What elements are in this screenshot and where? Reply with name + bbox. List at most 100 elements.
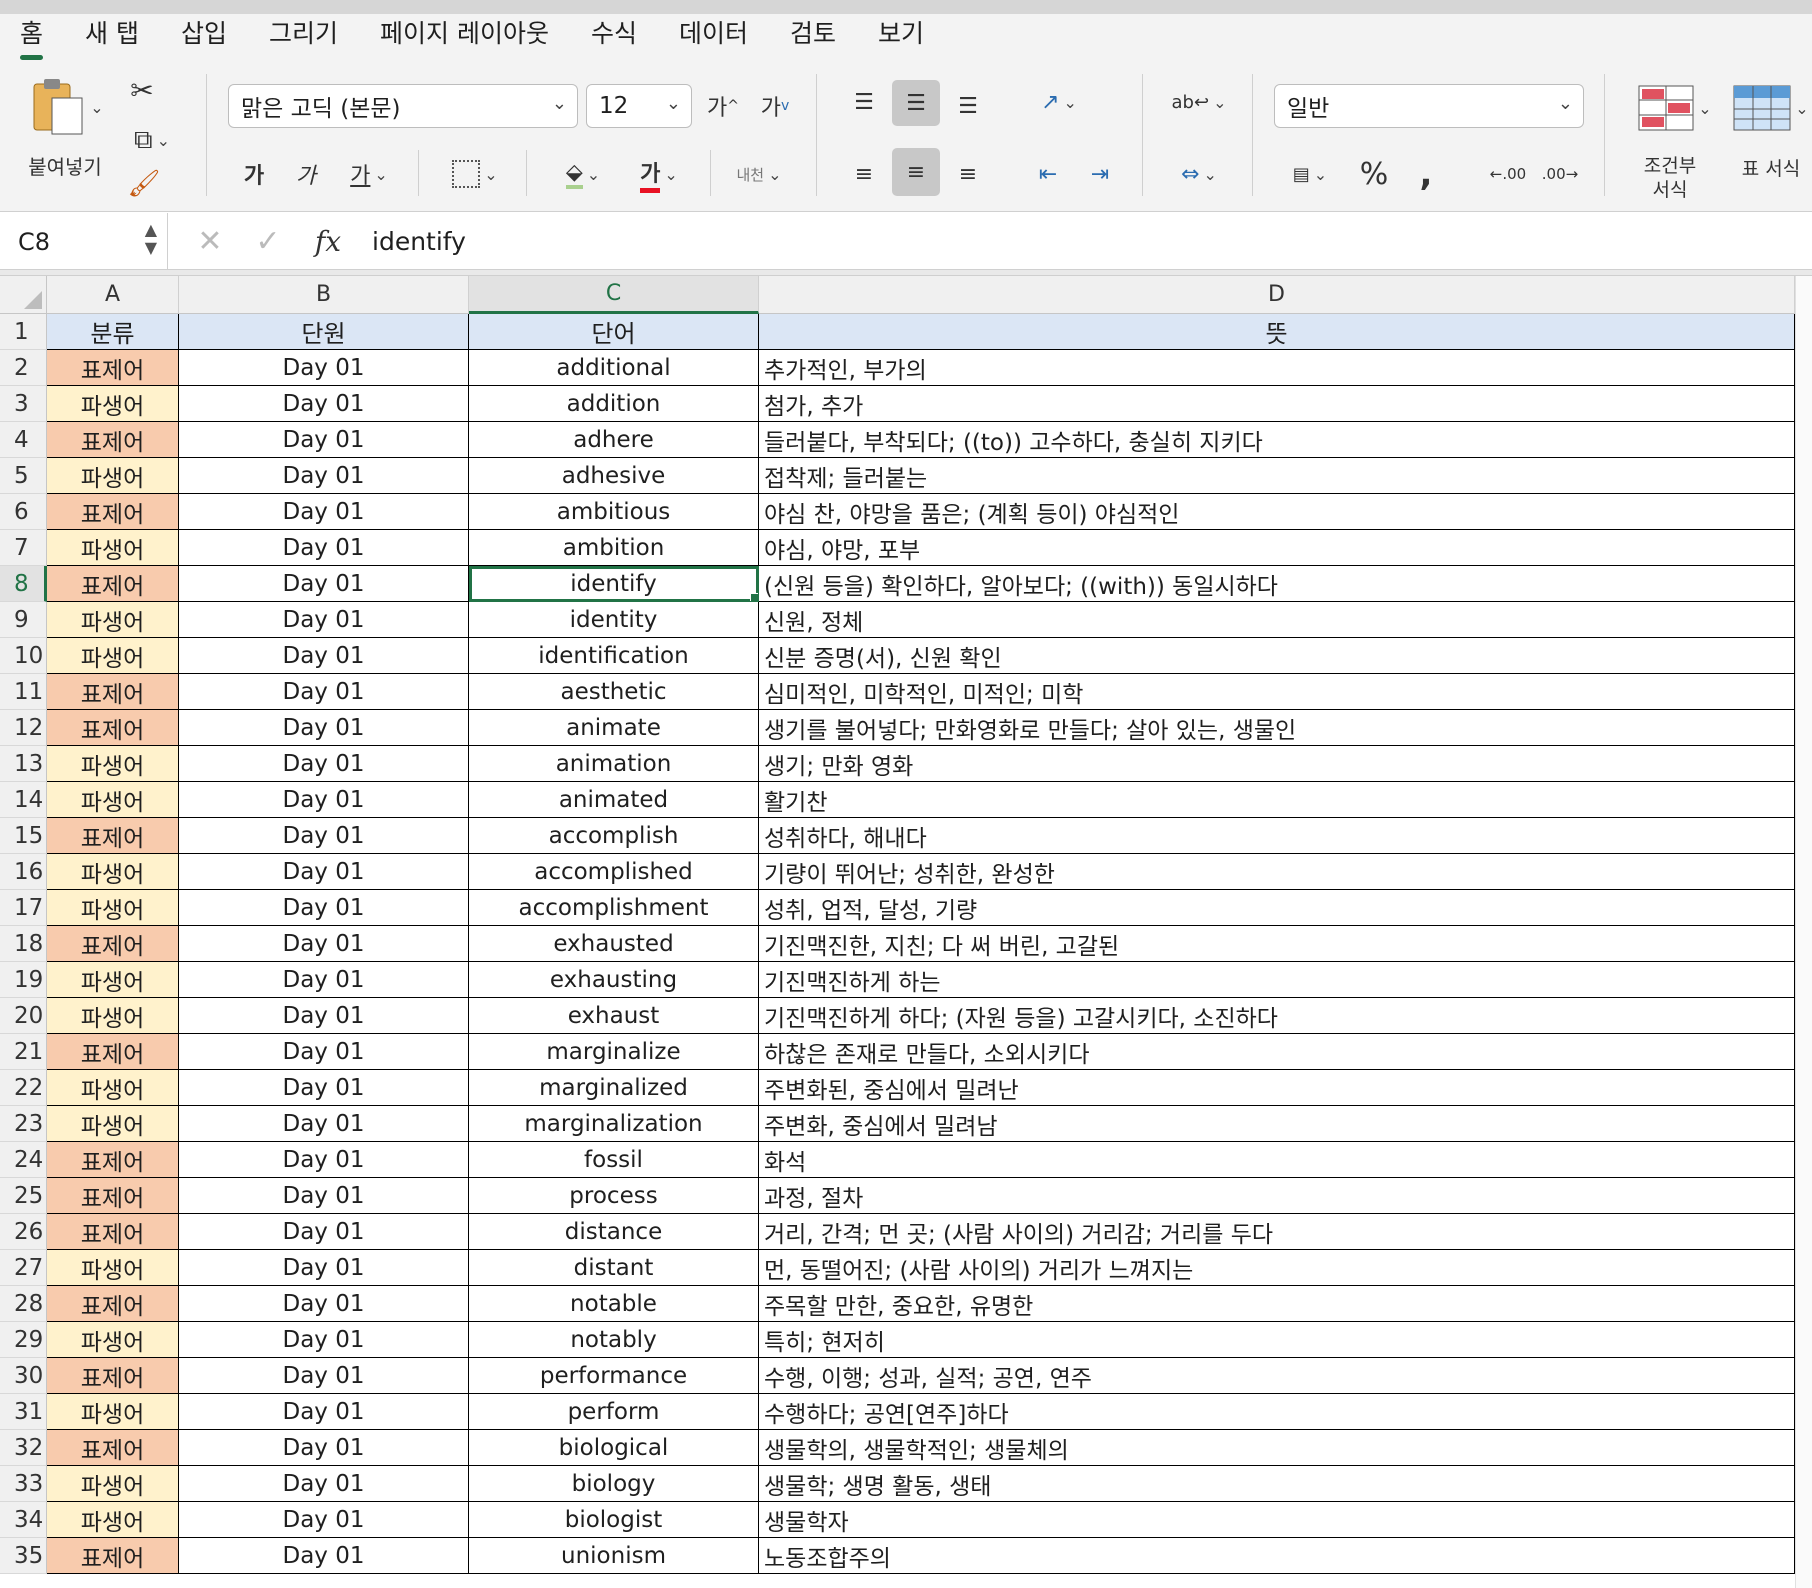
tab-2[interactable]: 삽입 <box>161 14 247 60</box>
vertical-scrollbar[interactable] <box>1795 276 1812 1588</box>
unit-cell[interactable]: Day 01 <box>179 890 469 926</box>
word-cell[interactable]: exhaust <box>469 998 759 1034</box>
increase-decimal-icon[interactable]: ←.00 <box>1484 152 1532 196</box>
row-header[interactable]: 5 <box>0 458 47 494</box>
category-cell[interactable]: 파생어 <box>47 1070 179 1106</box>
align-top-icon[interactable]: ☰ <box>842 80 886 124</box>
decrease-indent-icon[interactable]: ⇤ <box>1026 152 1070 196</box>
meaning-cell[interactable]: 주목할 만한, 중요한, 유명한 <box>759 1286 1795 1322</box>
meaning-cell[interactable]: 기진맥진한, 지친; 다 써 버린, 고갈된 <box>759 926 1795 962</box>
number-format-dropdown[interactable]: 일반 ⌄ <box>1274 84 1584 128</box>
category-cell[interactable]: 파생어 <box>47 1502 179 1538</box>
meaning-cell[interactable]: 첨가, 추가 <box>759 386 1795 422</box>
meaning-cell[interactable]: 수행하다; 공연[연주]하다 <box>759 1394 1795 1430</box>
word-cell[interactable]: marginalized <box>469 1070 759 1106</box>
category-cell[interactable]: 파생어 <box>47 854 179 890</box>
meaning-cell[interactable]: 생물학자 <box>759 1502 1795 1538</box>
meaning-cell[interactable]: 신원, 정체 <box>759 602 1795 638</box>
category-cell[interactable]: 파생어 <box>47 638 179 674</box>
tab-8[interactable]: 보기 <box>858 14 944 60</box>
word-cell[interactable]: ambition <box>469 530 759 566</box>
unit-cell[interactable]: Day 01 <box>179 1106 469 1142</box>
word-cell[interactable]: biologist <box>469 1502 759 1538</box>
orientation-icon[interactable]: ↗ ⌄ <box>1026 80 1092 124</box>
unit-cell[interactable]: Day 01 <box>179 1034 469 1070</box>
row-header[interactable]: 13 <box>0 746 47 782</box>
row-header[interactable]: 31 <box>0 1394 47 1430</box>
meaning-cell[interactable]: 특히; 현저히 <box>759 1322 1795 1358</box>
align-middle-icon[interactable]: ☰ <box>892 80 940 126</box>
insert-function-icon[interactable]: fx <box>306 219 350 263</box>
category-cell[interactable]: 파생어 <box>47 1106 179 1142</box>
paste-button[interactable]: ⌄ <box>22 72 112 142</box>
word-cell[interactable]: aesthetic <box>469 674 759 710</box>
category-cell[interactable]: 표제어 <box>47 422 179 458</box>
category-cell[interactable]: 표제어 <box>47 1034 179 1070</box>
row-header[interactable]: 7 <box>0 530 47 566</box>
word-cell[interactable]: addition <box>469 386 759 422</box>
unit-cell[interactable]: Day 01 <box>179 350 469 386</box>
header-cell[interactable]: 단원 <box>179 314 469 350</box>
shrink-font-button[interactable]: 가v <box>752 84 798 128</box>
word-cell[interactable]: fossil <box>469 1142 759 1178</box>
category-cell[interactable]: 파생어 <box>47 386 179 422</box>
unit-cell[interactable]: Day 01 <box>179 1358 469 1394</box>
tab-4[interactable]: 페이지 레이아웃 <box>360 14 569 60</box>
phonetic-guide-button[interactable]: 내천 ⌄ <box>724 152 794 196</box>
percent-style-icon[interactable]: % <box>1352 152 1396 196</box>
unit-cell[interactable]: Day 01 <box>179 1178 469 1214</box>
font-size-dropdown[interactable]: 12 ⌄ <box>586 84 692 128</box>
category-cell[interactable]: 표제어 <box>47 566 179 602</box>
row-header[interactable]: 34 <box>0 1502 47 1538</box>
tab-1[interactable]: 새 탭 <box>65 14 159 60</box>
unit-cell[interactable]: Day 01 <box>179 1430 469 1466</box>
merge-center-icon[interactable]: ⇔ ⌄ <box>1164 152 1234 196</box>
cancel-icon[interactable]: ✕ <box>188 219 232 263</box>
unit-cell[interactable]: Day 01 <box>179 1214 469 1250</box>
italic-button[interactable]: 가 <box>286 152 326 196</box>
unit-cell[interactable]: Day 01 <box>179 1070 469 1106</box>
meaning-cell[interactable]: 주변화된, 중심에서 밀려난 <box>759 1070 1795 1106</box>
row-header[interactable]: 23 <box>0 1106 47 1142</box>
category-cell[interactable]: 표제어 <box>47 710 179 746</box>
meaning-cell[interactable]: 주변화, 중심에서 밀려남 <box>759 1106 1795 1142</box>
format-as-table-button[interactable]: ⌄ <box>1730 78 1812 138</box>
unit-cell[interactable]: Day 01 <box>179 1142 469 1178</box>
category-cell[interactable]: 표제어 <box>47 1430 179 1466</box>
row-header[interactable]: 27 <box>0 1250 47 1286</box>
row-header[interactable]: 17 <box>0 890 47 926</box>
comma-style-icon[interactable]: , <box>1404 152 1448 196</box>
tab-7[interactable]: 검토 <box>770 14 856 60</box>
meaning-cell[interactable]: 접착제; 들러붙는 <box>759 458 1795 494</box>
row-header[interactable]: 4 <box>0 422 47 458</box>
decrease-decimal-icon[interactable]: .00→ <box>1536 152 1584 196</box>
word-cell[interactable]: accomplishment <box>469 890 759 926</box>
category-cell[interactable]: 파생어 <box>47 1466 179 1502</box>
word-cell[interactable]: identification <box>469 638 759 674</box>
tab-5[interactable]: 수식 <box>571 14 657 60</box>
unit-cell[interactable]: Day 01 <box>179 386 469 422</box>
category-cell[interactable]: 표제어 <box>47 1286 179 1322</box>
formula-input[interactable]: identify <box>372 213 466 270</box>
word-cell[interactable]: unionism <box>469 1538 759 1574</box>
column-header-C[interactable]: C <box>469 276 759 314</box>
word-cell[interactable]: accomplished <box>469 854 759 890</box>
unit-cell[interactable]: Day 01 <box>179 1322 469 1358</box>
unit-cell[interactable]: Day 01 <box>179 782 469 818</box>
unit-cell[interactable]: Day 01 <box>179 458 469 494</box>
word-cell[interactable]: notable <box>469 1286 759 1322</box>
category-cell[interactable]: 표제어 <box>47 494 179 530</box>
word-cell[interactable]: additional <box>469 350 759 386</box>
unit-cell[interactable]: Day 01 <box>179 638 469 674</box>
meaning-cell[interactable]: 들러붙다, 부착되다; ((to)) 고수하다, 충실히 지키다 <box>759 422 1795 458</box>
row-header[interactable]: 12 <box>0 710 47 746</box>
align-right-icon[interactable]: ≡ <box>946 152 990 196</box>
category-cell[interactable]: 표제어 <box>47 1142 179 1178</box>
unit-cell[interactable]: Day 01 <box>179 746 469 782</box>
row-header[interactable]: 10 <box>0 638 47 674</box>
name-box[interactable]: C8 ▲ ▼ <box>0 213 168 270</box>
row-header[interactable]: 11 <box>0 674 47 710</box>
category-cell[interactable]: 파생어 <box>47 458 179 494</box>
unit-cell[interactable]: Day 01 <box>179 674 469 710</box>
row-header[interactable]: 16 <box>0 854 47 890</box>
